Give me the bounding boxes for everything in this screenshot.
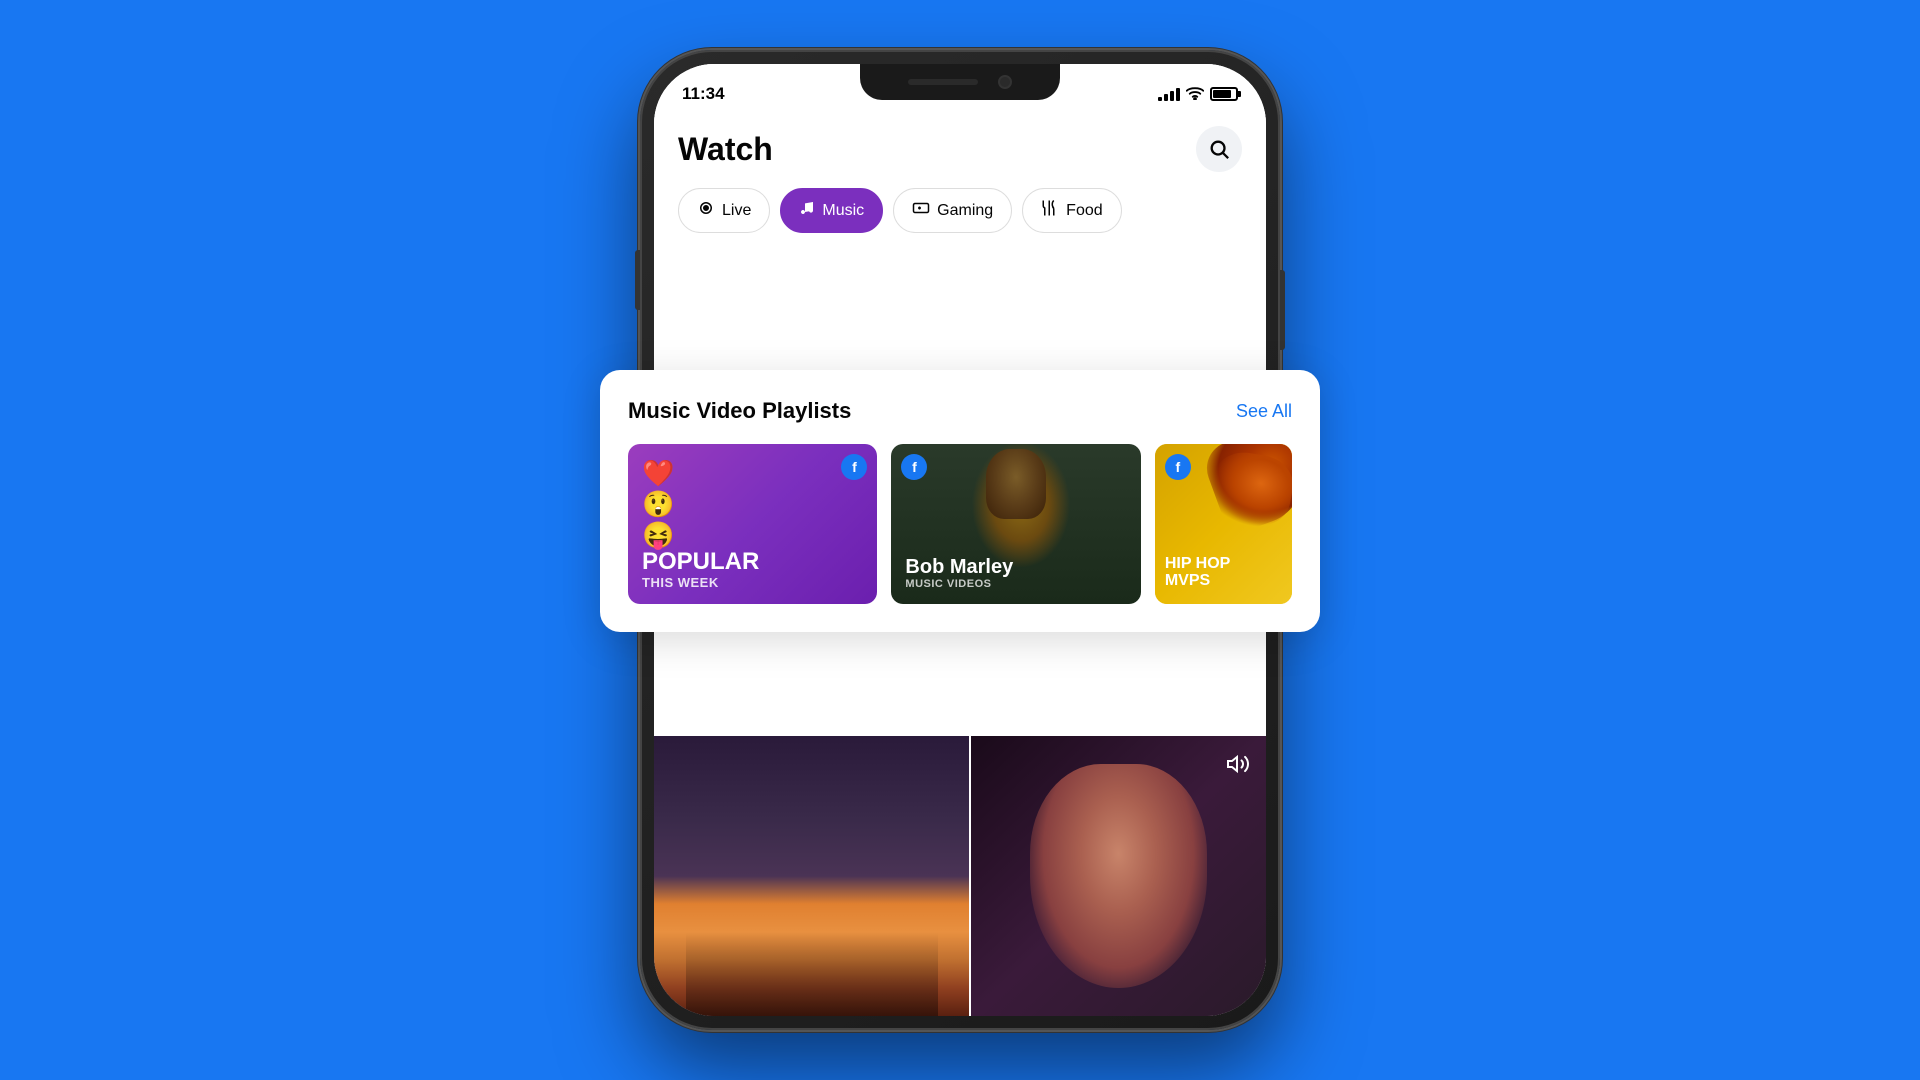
speaker-icon xyxy=(1226,752,1250,776)
page-title: Watch xyxy=(678,131,773,168)
see-all-button[interactable]: See All xyxy=(1236,401,1292,422)
pill-live-label: Live xyxy=(722,202,751,220)
popular-label-sub: THIS WEEK xyxy=(642,575,759,590)
signal-icon xyxy=(1158,87,1180,101)
pill-food-label: Food xyxy=(1066,202,1102,220)
status-time: 11:34 xyxy=(682,84,725,104)
page-background: 11:34 xyxy=(0,0,1920,1080)
pill-gaming[interactable]: Gaming xyxy=(893,188,1012,233)
bobmarley-label: Bob Marley MUSIC VIDEOS xyxy=(905,556,1013,590)
popular-label: POPULAR THIS WEEK xyxy=(642,549,759,590)
facebook-icon-popular: f xyxy=(841,454,867,480)
signal-bar-2 xyxy=(1164,94,1168,101)
gaming-icon xyxy=(912,199,930,222)
live-icon xyxy=(697,199,715,222)
playlist-hiphop[interactable]: f HIP HOPMVPs xyxy=(1155,444,1292,604)
search-icon xyxy=(1208,138,1230,160)
food-icon xyxy=(1041,199,1059,222)
sound-icon[interactable] xyxy=(1222,748,1254,780)
bottom-video-area xyxy=(654,736,1266,1016)
music-icon xyxy=(799,200,815,221)
app-header: Watch xyxy=(654,114,1266,249)
watch-title-row: Watch xyxy=(678,126,1242,172)
power-button xyxy=(1280,270,1285,350)
floating-card: Music Video Playlists See All f ❤️😲😝 POP… xyxy=(600,370,1320,632)
video-left xyxy=(654,736,969,1016)
phone-container: 11:34 xyxy=(640,50,1280,1030)
video-right xyxy=(971,736,1266,1016)
signal-bar-1 xyxy=(1158,97,1162,101)
volume-button xyxy=(635,250,640,310)
card-header: Music Video Playlists See All xyxy=(628,398,1292,424)
bobmarley-label-sub: MUSIC VIDEOS xyxy=(905,578,1013,590)
category-pills: Live Music xyxy=(678,188,1242,249)
playlist-popular[interactable]: f ❤️😲😝 POPULAR THIS WEEK xyxy=(628,444,877,604)
playlist-bobmarley[interactable]: f Bob Marley MUSIC VIDEOS xyxy=(891,444,1140,604)
notch-camera xyxy=(998,75,1012,89)
battery-fill xyxy=(1213,90,1231,98)
search-button[interactable] xyxy=(1196,126,1242,172)
notch-speaker xyxy=(908,79,978,85)
bobmarley-label-main: Bob Marley xyxy=(905,556,1013,578)
hiphop-label: HIP HOPMVPs xyxy=(1165,555,1231,590)
pill-live[interactable]: Live xyxy=(678,188,770,233)
pill-music[interactable]: Music xyxy=(780,188,883,233)
playlists-row: f ❤️😲😝 POPULAR THIS WEEK f Bob Marley MU… xyxy=(628,444,1292,604)
pill-music-label: Music xyxy=(822,202,864,220)
popular-emojis: ❤️😲😝 xyxy=(642,458,674,552)
signal-bar-4 xyxy=(1176,88,1180,101)
card-title: Music Video Playlists xyxy=(628,398,851,424)
pill-food[interactable]: Food xyxy=(1022,188,1121,233)
facebook-icon-hiphop: f xyxy=(1165,454,1191,480)
pill-gaming-label: Gaming xyxy=(937,202,993,220)
signal-bar-3 xyxy=(1170,91,1174,101)
battery-icon xyxy=(1210,87,1238,101)
wifi-icon xyxy=(1186,86,1204,103)
hiphop-label-main: HIP HOPMVPs xyxy=(1165,555,1231,590)
phone-notch xyxy=(860,64,1060,100)
popular-label-main: POPULAR xyxy=(642,549,759,575)
status-icons xyxy=(1158,86,1238,103)
